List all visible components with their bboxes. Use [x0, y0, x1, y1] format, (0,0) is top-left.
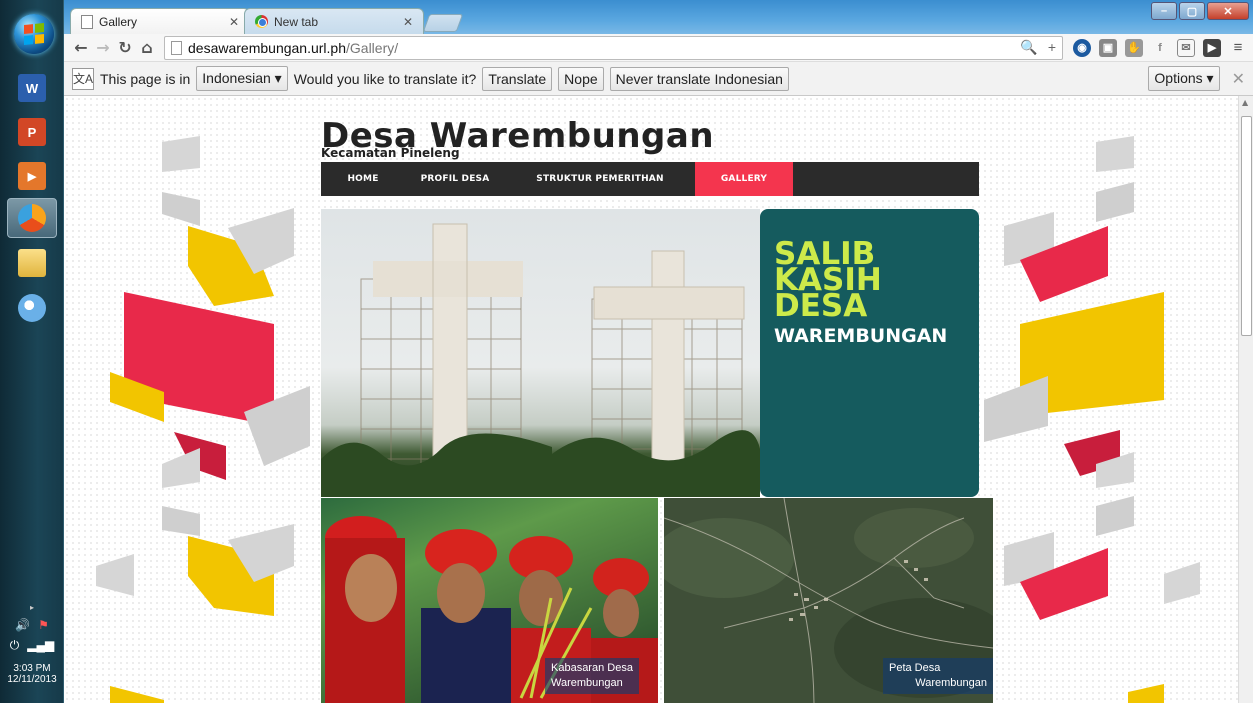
close-tab-icon[interactable]: ✕ — [229, 15, 239, 29]
tab-strip: Gallery ✕ New tab ✕ – ▢ ✕ — [64, 0, 1253, 34]
tab-label: Gallery — [99, 14, 138, 29]
caption-kabasaran-line2: Warembungan — [551, 677, 623, 689]
chrome-icon — [255, 15, 268, 28]
page-icon — [171, 40, 182, 55]
volume-icon[interactable]: 🔊 — [15, 618, 30, 632]
extension-hand-icon[interactable]: ✋ — [1125, 38, 1143, 57]
taskbar-word[interactable]: W — [7, 68, 57, 108]
reload-icon[interactable]: ↻ — [114, 37, 136, 59]
menu-gallery[interactable]: GALLERY — [695, 162, 793, 196]
taskbar-explorer[interactable] — [7, 243, 57, 283]
scroll-thumb[interactable] — [1241, 116, 1252, 336]
never-translate-button[interactable]: Never translate Indonesian — [609, 66, 789, 91]
main-menu: HOME PROFIL DESA STRUKTUR PEMERITHAN GAL… — [321, 162, 979, 196]
powerpoint-icon: P — [18, 118, 46, 146]
browser-toolbar: ← → ↻ ⌂ desawarembungan.url.ph/Gallery/ … — [64, 34, 1253, 62]
media-player-icon: ▶ — [18, 162, 46, 190]
maximize-button[interactable]: ▢ — [1179, 2, 1205, 20]
mail-icon[interactable]: ✉ — [1177, 38, 1195, 57]
cross-photo-left — [321, 209, 552, 497]
tray-expand-icon[interactable]: ▸ — [0, 603, 64, 612]
word-icon: W — [18, 74, 46, 102]
cross-photo-right — [552, 209, 760, 497]
taskbar-powerpoint[interactable]: P — [7, 112, 57, 152]
tab-new-tab[interactable]: New tab ✕ — [244, 8, 424, 34]
clock-date[interactable]: 12/11/2013 — [0, 674, 64, 685]
caption-peta: Peta Desa Warembungan — [883, 658, 993, 694]
page-icon — [81, 14, 93, 29]
translate-bar: 文A This page is in Indonesian ▾ Would yo… — [64, 62, 1253, 96]
address-bar[interactable]: desawarembungan.url.ph/Gallery/ 🔍 + — [164, 35, 1063, 60]
hero-line-warembungan: WAREMBUNGAN — [774, 325, 948, 347]
language-dropdown[interactable]: Indonesian ▾ — [196, 66, 288, 91]
menu-icon[interactable]: ≡ — [1229, 39, 1247, 57]
taskbar-media-player[interactable]: ▶ — [7, 156, 57, 196]
taskbar-paint[interactable] — [7, 288, 57, 328]
page-viewport: Desa Warembungan Kecamatan Pineleng HOME… — [64, 96, 1253, 703]
translate-icon: 文A — [72, 67, 94, 90]
tab-label: New tab — [274, 14, 319, 29]
home-icon[interactable]: ⌂ — [136, 37, 158, 59]
kabasaran-photo[interactable]: Kabasaran Desa Warembungan — [321, 498, 658, 703]
browser-icon — [18, 204, 46, 232]
zoom-icon[interactable]: 🔍 — [1020, 39, 1037, 56]
caption-peta-line1: Peta Desa — [889, 662, 941, 674]
caption-kabasaran: Kabasaran Desa Warembungan — [545, 658, 639, 694]
caption-kabasaran-line1: Kabasaran Desa — [551, 662, 633, 674]
extension-globe-icon[interactable]: ◉ — [1073, 38, 1091, 57]
signal-icon[interactable]: ▂▄▆ — [27, 638, 54, 653]
vertical-scrollbar[interactable]: ▲ — [1238, 96, 1253, 703]
forward-icon[interactable]: → — [92, 37, 114, 59]
new-tab-button[interactable] — [422, 14, 464, 32]
facebook-icon[interactable]: f — [1151, 39, 1169, 57]
window-controls: – ▢ ✕ — [1151, 2, 1249, 20]
hero-banner: SALIB KASIH DESA WAREMBUNGAN — [321, 209, 993, 497]
windows-taskbar: W P ▶ ▸ 🔊 ⚑ ⏻ ▂▄▆ 3:03 PM 12/11/2013 — [0, 0, 64, 703]
nope-button[interactable]: Nope — [558, 66, 604, 91]
close-window-button[interactable]: ✕ — [1207, 2, 1249, 20]
video-icon[interactable]: ▶ — [1203, 38, 1221, 57]
network-icon[interactable]: ⚑ — [38, 618, 49, 632]
folder-icon — [18, 249, 46, 277]
url-path: /Gallery/ — [346, 39, 399, 56]
paint-palette-icon — [18, 294, 46, 322]
close-translate-icon[interactable]: ✕ — [1232, 69, 1245, 89]
tab-gallery[interactable]: Gallery ✕ — [70, 8, 250, 34]
start-button[interactable] — [14, 14, 54, 54]
url-host: desawarembungan.url.ph — [188, 39, 346, 56]
add-icon[interactable]: + — [1048, 39, 1056, 56]
menu-struktur-pemerintahan[interactable]: STRUKTUR PEMERITHAN — [505, 162, 695, 196]
extension-icons: ◉ ▣ ✋ f ✉ ▶ ≡ — [1073, 38, 1247, 57]
back-icon[interactable]: ← — [70, 37, 92, 59]
site-subtitle: Kecamatan Pineleng — [321, 146, 460, 160]
options-dropdown[interactable]: Options ▾ — [1148, 66, 1220, 91]
menu-home[interactable]: HOME — [321, 162, 405, 196]
windows-logo-icon — [24, 22, 44, 46]
hero-text-card: SALIB KASIH DESA WAREMBUNGAN — [760, 209, 979, 497]
map-photo[interactable]: Peta Desa Warembungan — [664, 498, 993, 703]
menu-profil-desa[interactable]: PROFIL DESA — [405, 162, 505, 196]
translate-prefix: This page is in — [100, 70, 191, 87]
caption-peta-line2: Warembungan — [915, 677, 987, 689]
system-tray: ▸ 🔊 ⚑ ⏻ ▂▄▆ 3:03 PM 12/11/2013 — [0, 603, 64, 703]
left-decoration — [96, 136, 310, 703]
minimize-button[interactable]: – — [1151, 2, 1177, 20]
extension-puzzle-icon[interactable]: ▣ — [1099, 38, 1117, 57]
power-icon[interactable]: ⏻ — [10, 638, 20, 653]
translate-question: Would you like to translate it? — [293, 70, 477, 87]
clock-time[interactable]: 3:03 PM — [0, 663, 64, 674]
close-tab-icon[interactable]: ✕ — [403, 15, 413, 29]
scroll-up-icon[interactable]: ▲ — [1242, 98, 1248, 107]
right-decoration — [984, 136, 1200, 703]
browser-window: Gallery ✕ New tab ✕ – ▢ ✕ ← → ↻ ⌂ desawa… — [64, 0, 1253, 703]
translate-button[interactable]: Translate — [482, 66, 553, 91]
taskbar-browser[interactable] — [7, 198, 57, 238]
